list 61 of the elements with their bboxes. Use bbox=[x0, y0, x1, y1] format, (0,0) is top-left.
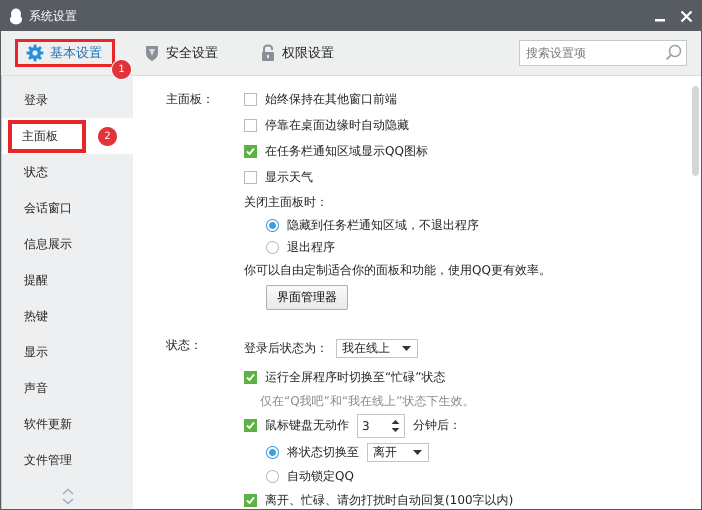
checkbox-label: 停靠在桌面边缘时自动隐藏 bbox=[265, 116, 409, 134]
checkbox-label: 在任务栏通知区域显示QQ图标 bbox=[265, 142, 428, 160]
sidebar-item[interactable]: 软件更新 bbox=[2, 406, 133, 442]
penguin-icon bbox=[9, 8, 23, 24]
number-field[interactable]: 3 bbox=[357, 414, 405, 438]
checkbox-label: 运行全屏程序时切换至“忙碌”状态 bbox=[265, 368, 446, 386]
interface-manager-button[interactable]: 界面管理器 bbox=[266, 284, 348, 310]
checkbox[interactable] bbox=[244, 92, 257, 106]
dropdown[interactable]: 离开 bbox=[367, 442, 429, 462]
sidebar-item[interactable]: 会话窗口 bbox=[2, 190, 133, 226]
sidebar-item[interactable]: 状态 bbox=[2, 154, 133, 190]
checkbox-label: 显示天气 bbox=[265, 168, 313, 186]
checkbox[interactable] bbox=[244, 419, 257, 432]
chevron-up-icon[interactable] bbox=[62, 488, 74, 495]
radio-button[interactable] bbox=[266, 240, 279, 254]
checkbox[interactable] bbox=[244, 170, 257, 184]
close-icon[interactable] bbox=[680, 10, 693, 22]
radio-label: 自动锁定QQ bbox=[287, 468, 354, 484]
sidebar-item[interactable]: 声音 bbox=[2, 370, 133, 406]
scrollbar-thumb[interactable] bbox=[692, 86, 698, 176]
field-label: 分钟后： bbox=[413, 417, 461, 434]
sidebar-item[interactable]: 文件管理 bbox=[2, 442, 133, 478]
lock-icon bbox=[260, 44, 276, 62]
gear-icon bbox=[26, 44, 44, 62]
checkbox-label: 始终保持在其他窗口前端 bbox=[265, 90, 397, 108]
checkbox-label: 离开、忙碌、请勿打扰时自动回复(100字以内) bbox=[265, 492, 514, 508]
checkbox[interactable] bbox=[244, 144, 257, 158]
radio-button[interactable] bbox=[266, 446, 279, 458]
sidebar-item[interactable]: 信息展示 bbox=[2, 226, 133, 262]
spinner-arrows-icon[interactable] bbox=[391, 418, 400, 432]
radio-label: 将状态切换至 bbox=[287, 444, 359, 460]
window-title: 系统设置 bbox=[29, 8, 78, 24]
radio-button[interactable] bbox=[266, 470, 279, 482]
dropdown[interactable]: 我在线上 bbox=[336, 338, 418, 358]
checkbox[interactable] bbox=[244, 118, 257, 132]
sidebar-item[interactable]: 显示 bbox=[2, 334, 133, 370]
search-field[interactable]: 搜索设置项 bbox=[519, 40, 687, 66]
description-text: 你可以自由定制适合你的面板和功能，使用QQ更有效率。 bbox=[244, 262, 551, 278]
checkbox[interactable] bbox=[244, 370, 257, 384]
section-label: 状态： bbox=[166, 337, 203, 354]
radio-label: 退出程序 bbox=[287, 238, 335, 256]
settings-tab[interactable]: 安全设置 bbox=[133, 39, 231, 67]
shield-icon bbox=[144, 44, 160, 62]
sidebar-item[interactable]: 登录 bbox=[2, 82, 133, 118]
checkbox-label: 鼠标键盘无动作 bbox=[265, 417, 349, 434]
radio-label: 隐藏到任务栏通知区域，不退出程序 bbox=[287, 216, 479, 234]
hint-text: 仅在“Q我吧”和“我在线上”状态下生效。 bbox=[260, 392, 474, 410]
section-label: 主面板： bbox=[166, 91, 215, 108]
annotation-badge: 1 bbox=[111, 59, 132, 80]
settings-tab[interactable]: 基本设置 bbox=[15, 39, 115, 67]
caret-icon bbox=[413, 450, 422, 454]
settings-tab[interactable]: 权限设置 bbox=[249, 39, 347, 67]
sidebar-item[interactable]: 热键 bbox=[2, 298, 133, 334]
field-label: 登录后状态为： bbox=[244, 340, 328, 356]
chevron-down-icon[interactable] bbox=[62, 498, 74, 505]
description-text: 关闭主面板时： bbox=[244, 194, 328, 210]
radio-button[interactable] bbox=[266, 218, 279, 232]
caret-icon bbox=[402, 346, 411, 350]
checkbox[interactable] bbox=[244, 494, 257, 506]
sidebar-item[interactable]: 提醒 bbox=[2, 262, 133, 298]
search-icon[interactable] bbox=[665, 44, 682, 61]
